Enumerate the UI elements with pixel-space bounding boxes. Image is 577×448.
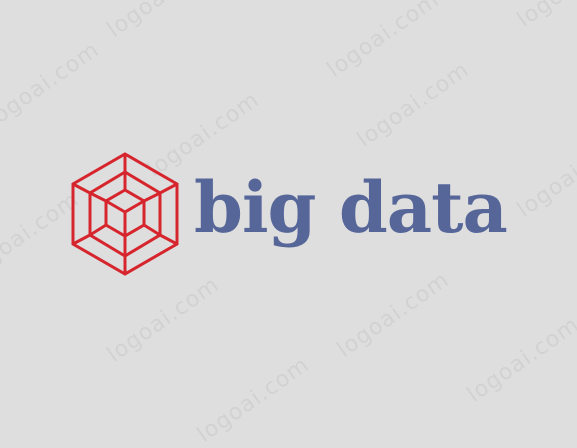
watermark-text: logoai.com: [322, 0, 445, 83]
watermark-text: logoai.com: [462, 312, 577, 408]
watermark-text: logoai.com: [0, 37, 105, 133]
watermark-text: logoai.com: [512, 127, 577, 223]
watermark-text: logoai.com: [332, 267, 455, 363]
watermark-text: logoai.com: [192, 352, 315, 448]
watermark-text: logoai.com: [352, 57, 475, 153]
hypercube-icon: [71, 152, 179, 276]
brand-logo: big data: [70, 152, 510, 276]
logo-canvas: logoai.com logoai.com logoai.com logoai.…: [0, 0, 577, 448]
brand-name: big data: [194, 166, 508, 249]
watermark-text: logoai.com: [102, 272, 225, 368]
watermark-text: logoai.com: [513, 0, 577, 33]
watermark-text: logoai.com: [103, 0, 224, 43]
